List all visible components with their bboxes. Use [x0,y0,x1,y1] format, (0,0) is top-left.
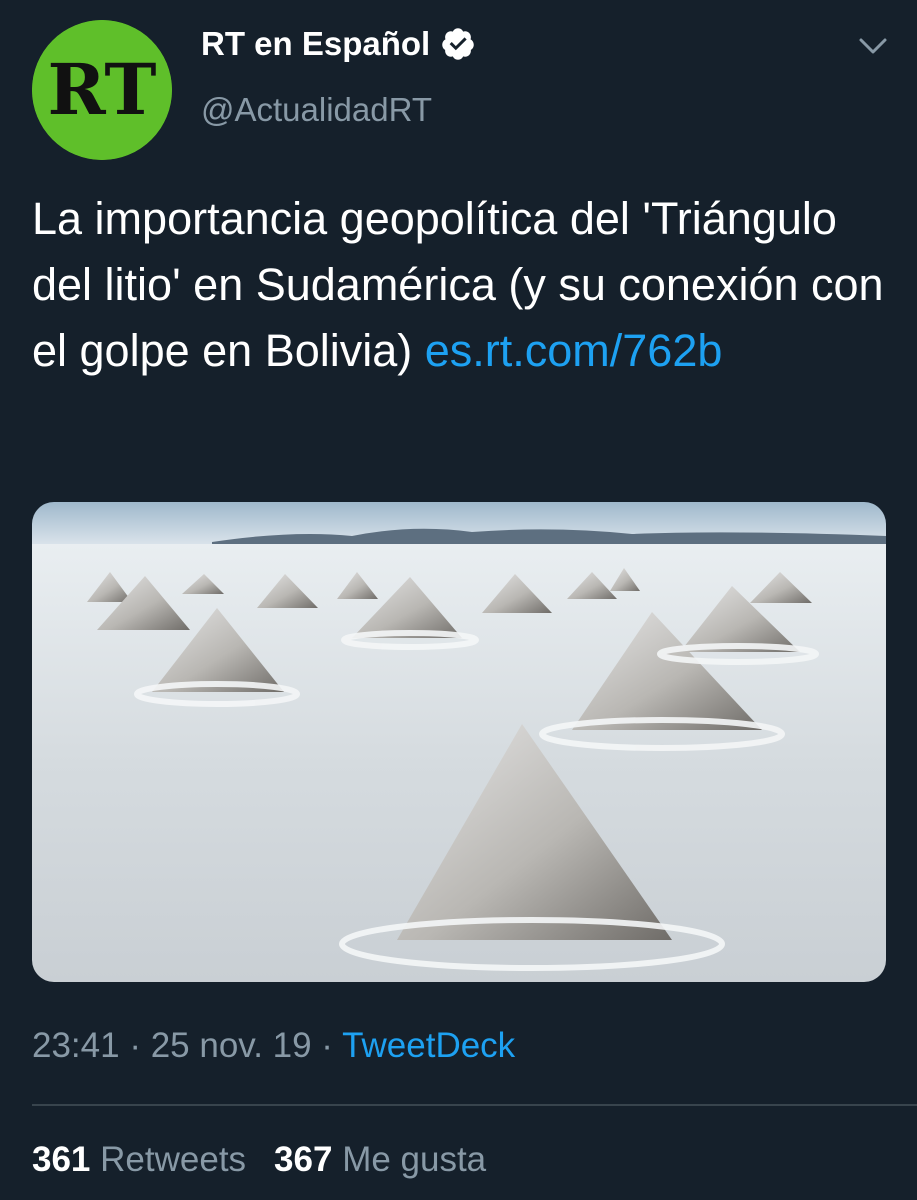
retweets-label: Retweets [100,1140,247,1179]
tweet-date[interactable]: 25 nov. 19 [151,1026,312,1065]
tweet-source[interactable]: TweetDeck [342,1026,515,1065]
avatar[interactable]: RT [32,20,172,160]
likes-count: 367 [274,1140,333,1179]
svg-text:RT: RT [47,48,156,131]
likes-stat[interactable]: 367 Me gusta [274,1140,486,1179]
meta-separator: · [311,1026,343,1065]
tweet-stats: 361 Retweets 367 Me gusta [32,1136,486,1184]
tweet-link[interactable]: es.rt.com/762b [425,325,723,376]
tweet-time[interactable]: 23:41 [32,1026,120,1065]
chevron-down-icon[interactable] [857,34,889,58]
divider [32,1104,917,1106]
rt-logo-icon: RT [32,20,172,160]
verified-badge-icon [440,26,476,62]
retweets-count: 361 [32,1140,91,1179]
author-handle[interactable]: @ActualidadRT [201,88,432,132]
tweet-meta: 23:41 · 25 nov. 19 · TweetDeck [32,1022,515,1070]
likes-label: Me gusta [342,1140,487,1179]
author-name-text: RT en Español [201,25,431,62]
retweets-stat[interactable]: 361 Retweets [32,1140,246,1179]
tweet-text: La importancia geopolítica del 'Triángul… [32,186,892,384]
meta-separator: · [119,1026,151,1065]
author-name[interactable]: RT en Español [201,22,476,66]
salt-flat-photo [32,502,886,982]
tweet-photo[interactable] [32,502,886,982]
